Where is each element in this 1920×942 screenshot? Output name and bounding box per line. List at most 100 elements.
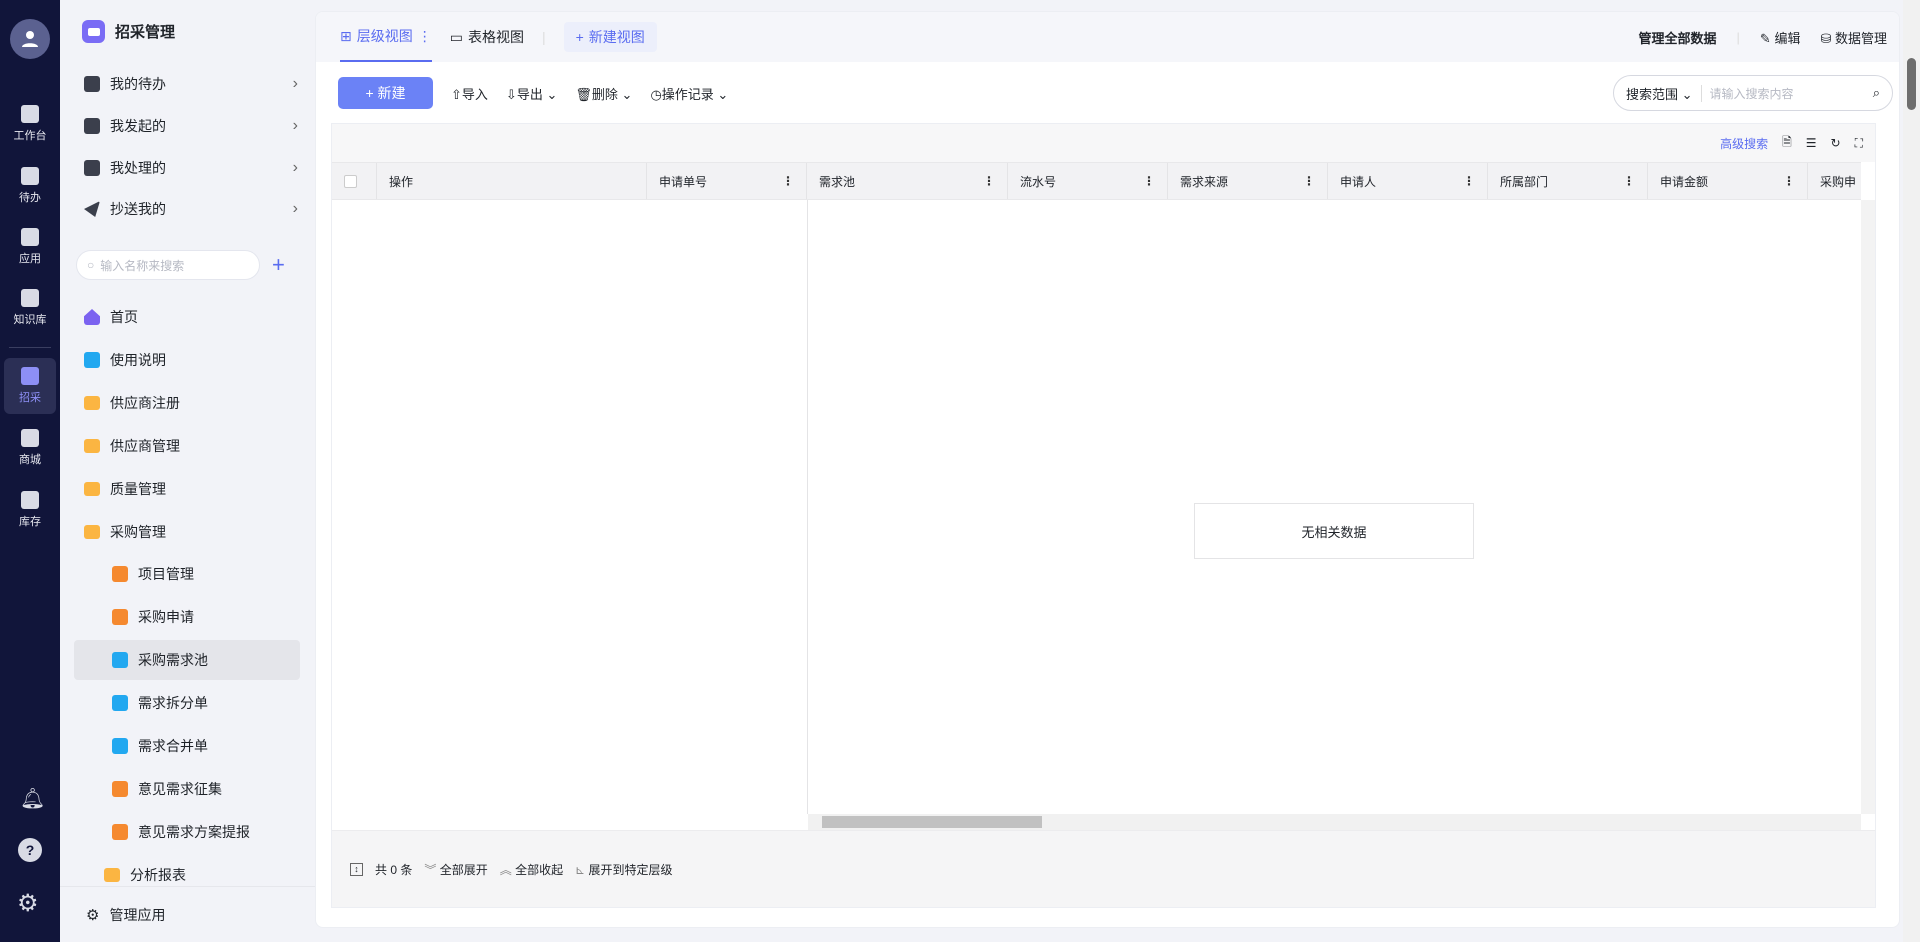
column-menu-icon[interactable]: ⋮ <box>983 174 995 188</box>
column-header[interactable]: 申请单号⋮ <box>647 163 807 199</box>
expand-to-level-button[interactable]: ⊾ 展开到特定层级 <box>575 861 672 878</box>
column-header[interactable]: 申请金额⋮ <box>1648 163 1808 199</box>
rail-knowledge[interactable]: 知识库 <box>4 280 56 336</box>
srm-icon <box>21 367 39 385</box>
new-view-button[interactable]: +新建视图 <box>564 22 657 52</box>
nav-item[interactable]: 使用说明 <box>74 340 300 380</box>
org-icon <box>112 781 128 797</box>
column-menu-icon[interactable]: ⋮ <box>1463 174 1475 188</box>
nav-item-label: 分析报表 <box>130 865 186 885</box>
manage-all-data-button[interactable]: 管理全部数据 <box>1639 28 1717 47</box>
nav-item[interactable]: 质量管理 <box>74 469 300 509</box>
history-button[interactable]: ◷操作记录 ⌄ <box>650 84 728 103</box>
column-menu-icon[interactable]: ⋮ <box>782 174 794 188</box>
nav-item[interactable]: 需求合并单 <box>74 726 300 766</box>
user-send-icon <box>84 118 100 134</box>
sort-icon[interactable]: ☰ <box>1806 136 1817 150</box>
manage-app-button[interactable]: ⚙管理应用 <box>60 886 315 942</box>
menu-my-initiated[interactable]: 我发起的› <box>84 106 314 146</box>
table-icon: ▭ <box>450 29 463 46</box>
column-header[interactable]: 操作 <box>377 163 647 199</box>
search-icon[interactable]: ⌕ <box>1873 85 1880 101</box>
tab-hierarchy-view[interactable]: ⊞层级视图⋮ <box>340 12 432 62</box>
select-all-checkbox[interactable] <box>344 175 357 188</box>
column-menu-icon[interactable]: ⋮ <box>1303 174 1315 188</box>
inventory-icon <box>21 491 39 509</box>
rail-procurement[interactable]: 招采 <box>4 358 56 414</box>
nav-item[interactable]: 供应商注册 <box>74 383 300 423</box>
tree-level-icon: ⊾ <box>575 863 585 877</box>
nav-item-label: 采购申请 <box>138 607 194 627</box>
user-avatar[interactable] <box>10 19 50 59</box>
org-icon <box>112 566 128 582</box>
table-header: 操作 申请单号⋮ 需求池⋮ 流水号⋮ 需求来源⋮ 申请人⋮ 所属部门⋮ 申请金额… <box>332 162 1861 200</box>
delete-button[interactable]: 🗑︎删除 ⌄ <box>575 84 632 103</box>
column-menu-icon[interactable]: ⋮ <box>1783 174 1795 188</box>
column-header[interactable]: 申请人⋮ <box>1328 163 1488 199</box>
grid-icon: ⊞ <box>340 28 352 45</box>
nav-item[interactable]: 采购管理 <box>74 512 300 552</box>
nav-item[interactable]: 意见需求方案提报 <box>74 812 300 852</box>
search-scope-select[interactable]: 搜索范围 ⌄ <box>1626 84 1693 103</box>
expand-all-button[interactable]: ︾ 全部展开 <box>424 861 487 878</box>
rail-workbench[interactable]: 工作台 <box>4 96 56 152</box>
vertical-scrollbar[interactable] <box>1861 200 1875 814</box>
table-toolbar: 高级搜索 🗎 ☰ ↻ ⛶ <box>332 124 1875 162</box>
chevron-right-icon: › <box>293 159 298 177</box>
nav-item[interactable]: 采购需求池 <box>74 640 300 680</box>
nav-item[interactable]: 采购申请 <box>74 597 300 637</box>
pencil-icon: ✎ <box>1760 31 1771 46</box>
rail-todo[interactable]: 待办 <box>4 158 56 214</box>
folder-icon <box>84 439 100 453</box>
advanced-search-link[interactable]: 高级搜索 <box>1720 135 1768 152</box>
rail-inventory[interactable]: 库存 <box>4 482 56 538</box>
column-header[interactable]: 需求来源⋮ <box>1168 163 1328 199</box>
menu-my-processed[interactable]: 我处理的› <box>84 148 314 188</box>
nav-item[interactable]: 供应商管理 <box>74 426 300 466</box>
column-header[interactable]: 需求池⋮ <box>807 163 1008 199</box>
nav-search-input[interactable]: ○输入名称来搜索 <box>76 250 260 280</box>
rail-mall[interactable]: 商城 <box>4 420 56 476</box>
new-button[interactable]: + 新建 <box>338 77 433 109</box>
select-all-checkbox-cell <box>332 163 377 199</box>
menu-my-todo[interactable]: 我的待办› <box>84 64 314 104</box>
database-icon: ⛁ <box>1820 31 1831 46</box>
collapse-all-button[interactable]: ︽ 全部收起 <box>500 861 563 878</box>
search-input[interactable]: 请输入搜索内容 <box>1701 85 1865 102</box>
add-button[interactable]: + <box>272 250 285 280</box>
row-height-icon[interactable]: ↕ <box>350 863 363 876</box>
scrollbar-thumb[interactable] <box>822 816 1042 828</box>
data-manage-button[interactable]: ⛁ 数据管理 <box>1820 28 1887 47</box>
column-menu-icon[interactable]: ⋮ <box>1143 174 1155 188</box>
export-file-icon[interactable]: 🗎 <box>1782 133 1792 154</box>
page-scrollbar-thumb[interactable] <box>1907 58 1916 110</box>
more-icon[interactable]: ⋮ <box>418 28 432 45</box>
column-header[interactable]: 流水号⋮ <box>1008 163 1168 199</box>
bell-icon[interactable]: 🔔︎ <box>20 786 45 811</box>
refresh-icon[interactable]: ↻ <box>1831 136 1841 150</box>
export-button[interactable]: ⇩导出 ⌄ <box>506 84 557 103</box>
gear-icon[interactable]: ⚙ <box>17 892 39 916</box>
menu-cc-me[interactable]: 抄送我的› <box>84 189 314 229</box>
page-scrollbar[interactable] <box>1903 0 1920 942</box>
folder-icon <box>104 868 120 882</box>
nav-item[interactable]: 首页 <box>74 297 300 337</box>
edit-button[interactable]: ✎ 编辑 <box>1760 28 1801 47</box>
column-header[interactable]: 采购申 <box>1808 163 1861 199</box>
column-menu-icon[interactable]: ⋮ <box>1623 174 1635 188</box>
nav-item[interactable]: 需求拆分单 <box>74 683 300 723</box>
nav-item[interactable]: 意见需求征集 <box>74 769 300 809</box>
nav-item-label: 供应商管理 <box>110 436 180 456</box>
fullscreen-icon[interactable]: ⛶ <box>1855 136 1863 151</box>
home-icon <box>21 105 39 123</box>
empty-state: 无相关数据 <box>1194 503 1474 559</box>
nav-item[interactable]: 项目管理 <box>74 554 300 594</box>
rail-apps[interactable]: 应用 <box>4 219 56 275</box>
plus-icon: + <box>365 85 377 101</box>
help-icon[interactable]: ? <box>18 838 42 862</box>
import-button[interactable]: ⇧导入 <box>451 84 488 103</box>
tab-table-view[interactable]: ▭表格视图 <box>450 12 524 62</box>
column-header[interactable]: 所属部门⋮ <box>1488 163 1648 199</box>
clock-icon: ◷ <box>650 87 661 102</box>
horizontal-scrollbar[interactable] <box>808 814 1861 830</box>
